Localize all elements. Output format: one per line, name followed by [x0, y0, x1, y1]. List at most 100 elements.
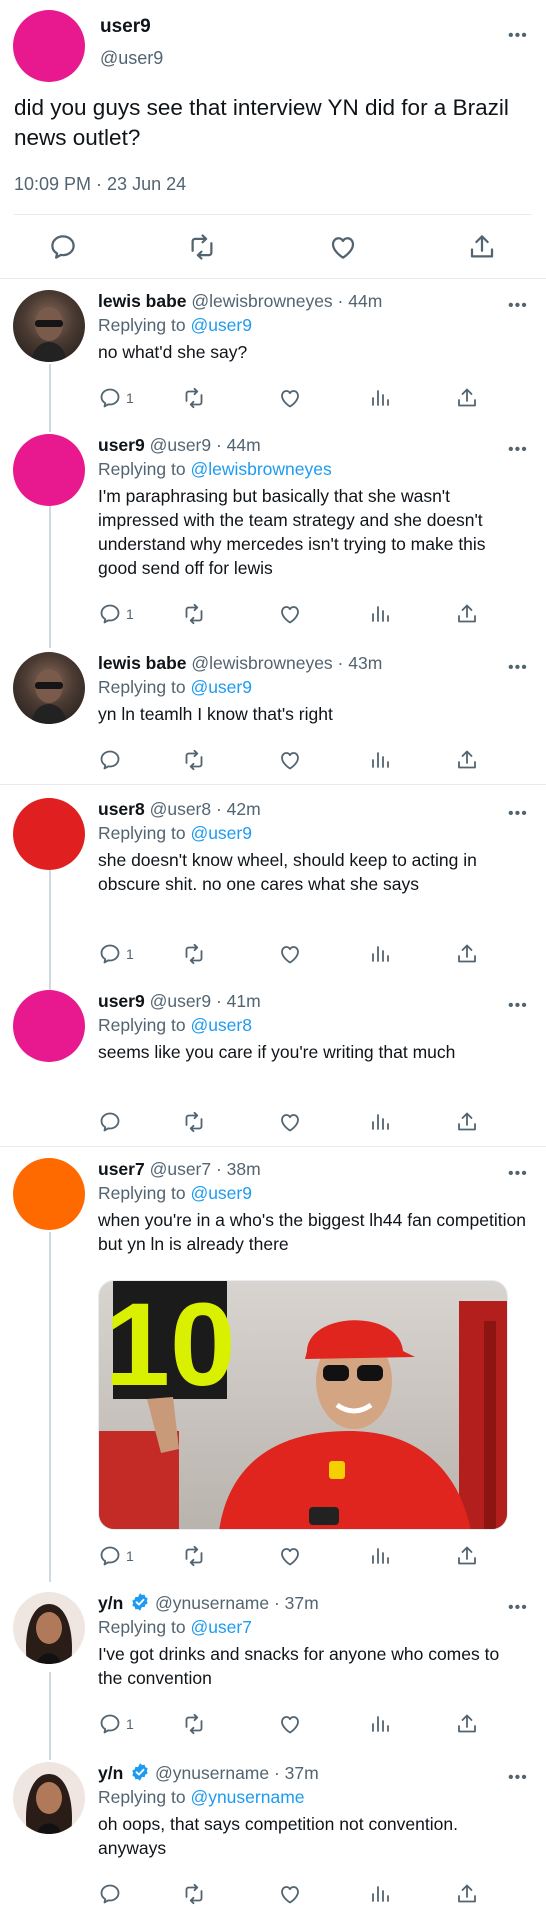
- author-handle-time[interactable]: @user8 · 42m: [150, 799, 261, 819]
- avatar[interactable]: [13, 798, 85, 870]
- author-name[interactable]: user9: [100, 16, 151, 38]
- like-button[interactable]: [278, 748, 302, 772]
- reply-button[interactable]: [98, 1882, 122, 1906]
- retweet-button[interactable]: [182, 602, 206, 626]
- reply-mention[interactable]: @ynusername: [190, 1787, 304, 1807]
- tweet-media-image[interactable]: 10: [98, 1280, 508, 1530]
- author-handle-time[interactable]: @ynusername · 37m: [155, 1593, 319, 1613]
- reply-mention[interactable]: @user8: [190, 1015, 252, 1035]
- reply-button[interactable]: 1: [98, 386, 134, 410]
- stats-button[interactable]: [368, 1110, 392, 1134]
- share-button[interactable]: [455, 1544, 479, 1568]
- reply-tweet: user8 @user8 · 42m ••• Replying to @user…: [0, 784, 546, 978]
- like-button[interactable]: [278, 942, 302, 966]
- reply-mention[interactable]: @user9: [190, 315, 252, 335]
- author-handle-time[interactable]: @user9 · 44m: [150, 435, 261, 455]
- author-handle[interactable]: @user9: [100, 48, 163, 69]
- share-button[interactable]: [455, 942, 479, 966]
- stats-icon: [368, 1712, 392, 1736]
- more-options-icon[interactable]: •••: [508, 442, 528, 458]
- author-name[interactable]: user8: [98, 799, 145, 819]
- reply-mention[interactable]: @user9: [190, 1183, 252, 1203]
- more-options-icon[interactable]: •••: [508, 28, 528, 44]
- reply-button[interactable]: [98, 1110, 122, 1134]
- retweet-button[interactable]: [185, 230, 219, 264]
- reply-mention[interactable]: @user7: [190, 1617, 252, 1637]
- stats-button[interactable]: [368, 942, 392, 966]
- author-name[interactable]: user9: [98, 435, 145, 455]
- share-button[interactable]: [455, 1712, 479, 1736]
- stats-button[interactable]: [368, 386, 392, 410]
- share-button[interactable]: [455, 1882, 479, 1906]
- stats-button[interactable]: [368, 1544, 392, 1568]
- avatar[interactable]: [13, 434, 85, 506]
- replying-to: Replying to @user9: [98, 1183, 252, 1203]
- like-button[interactable]: [278, 386, 302, 410]
- author-name[interactable]: y/n: [98, 1763, 123, 1783]
- reply-button[interactable]: 1: [98, 1712, 134, 1736]
- like-button[interactable]: [278, 1712, 302, 1736]
- more-options-icon[interactable]: •••: [508, 660, 528, 676]
- author-name[interactable]: user9: [98, 991, 145, 1011]
- avatar[interactable]: [13, 1592, 85, 1664]
- heart-icon: [278, 386, 302, 410]
- more-options-icon[interactable]: •••: [508, 1600, 528, 1616]
- reply-icon: [98, 386, 122, 410]
- retweet-button[interactable]: [182, 1544, 206, 1568]
- like-button[interactable]: [278, 1110, 302, 1134]
- more-options-icon[interactable]: •••: [508, 1770, 528, 1786]
- like-button[interactable]: [278, 1882, 302, 1906]
- like-button[interactable]: [278, 602, 302, 626]
- author-handle-time[interactable]: @user7 · 38m: [150, 1159, 261, 1179]
- retweet-icon: [182, 386, 206, 410]
- reply-tweet: lewis babe @lewisbrowneyes · 43m ••• Rep…: [0, 644, 546, 784]
- more-options-icon[interactable]: •••: [508, 1166, 528, 1182]
- author-name[interactable]: y/n: [98, 1593, 123, 1613]
- like-button[interactable]: [278, 1544, 302, 1568]
- stats-button[interactable]: [368, 748, 392, 772]
- stats-button[interactable]: [368, 1712, 392, 1736]
- retweet-button[interactable]: [182, 942, 206, 966]
- reply-button[interactable]: [98, 748, 122, 772]
- avatar[interactable]: [13, 990, 85, 1062]
- more-options-icon[interactable]: •••: [508, 298, 528, 314]
- tweet-timestamp[interactable]: 10:09 PM · 23 Jun 24: [14, 174, 186, 195]
- avatar[interactable]: [13, 1762, 85, 1834]
- retweet-button[interactable]: [182, 1882, 206, 1906]
- reply-mention[interactable]: @user9: [190, 677, 252, 697]
- more-options-icon[interactable]: •••: [508, 806, 528, 822]
- retweet-button[interactable]: [182, 748, 206, 772]
- like-button[interactable]: [326, 230, 360, 264]
- tweet-text: yn ln teamlh I know that's right: [98, 704, 333, 724]
- avatar[interactable]: [13, 290, 85, 362]
- author-handle-time[interactable]: @ynusername · 37m: [155, 1763, 319, 1783]
- share-button[interactable]: [455, 1110, 479, 1134]
- share-button[interactable]: [465, 230, 499, 264]
- retweet-icon: [182, 1110, 206, 1134]
- reply-button[interactable]: [46, 230, 80, 264]
- reply-button[interactable]: 1: [98, 942, 134, 966]
- more-options-icon[interactable]: •••: [508, 998, 528, 1014]
- reply-button[interactable]: 1: [98, 602, 134, 626]
- author-handle-time[interactable]: @lewisbrowneyes · 44m: [191, 291, 382, 311]
- reply-mention[interactable]: @lewisbrowneyes: [190, 459, 331, 479]
- reply-mention[interactable]: @user9: [190, 823, 252, 843]
- author-name[interactable]: user7: [98, 1159, 145, 1179]
- share-button[interactable]: [455, 748, 479, 772]
- retweet-button[interactable]: [182, 1712, 206, 1736]
- retweet-button[interactable]: [182, 1110, 206, 1134]
- stats-button[interactable]: [368, 602, 392, 626]
- avatar[interactable]: [13, 652, 85, 724]
- share-button[interactable]: [455, 602, 479, 626]
- avatar[interactable]: [13, 1158, 85, 1230]
- reply-button[interactable]: 1: [98, 1544, 134, 1568]
- retweet-button[interactable]: [182, 386, 206, 410]
- author-name[interactable]: lewis babe: [98, 291, 187, 311]
- share-button[interactable]: [455, 386, 479, 410]
- avatar[interactable]: [13, 10, 85, 82]
- reply-icon: [98, 1882, 122, 1906]
- stats-button[interactable]: [368, 1882, 392, 1906]
- author-name[interactable]: lewis babe: [98, 653, 187, 673]
- author-handle-time[interactable]: @user9 · 41m: [150, 991, 261, 1011]
- author-handle-time[interactable]: @lewisbrowneyes · 43m: [191, 653, 382, 673]
